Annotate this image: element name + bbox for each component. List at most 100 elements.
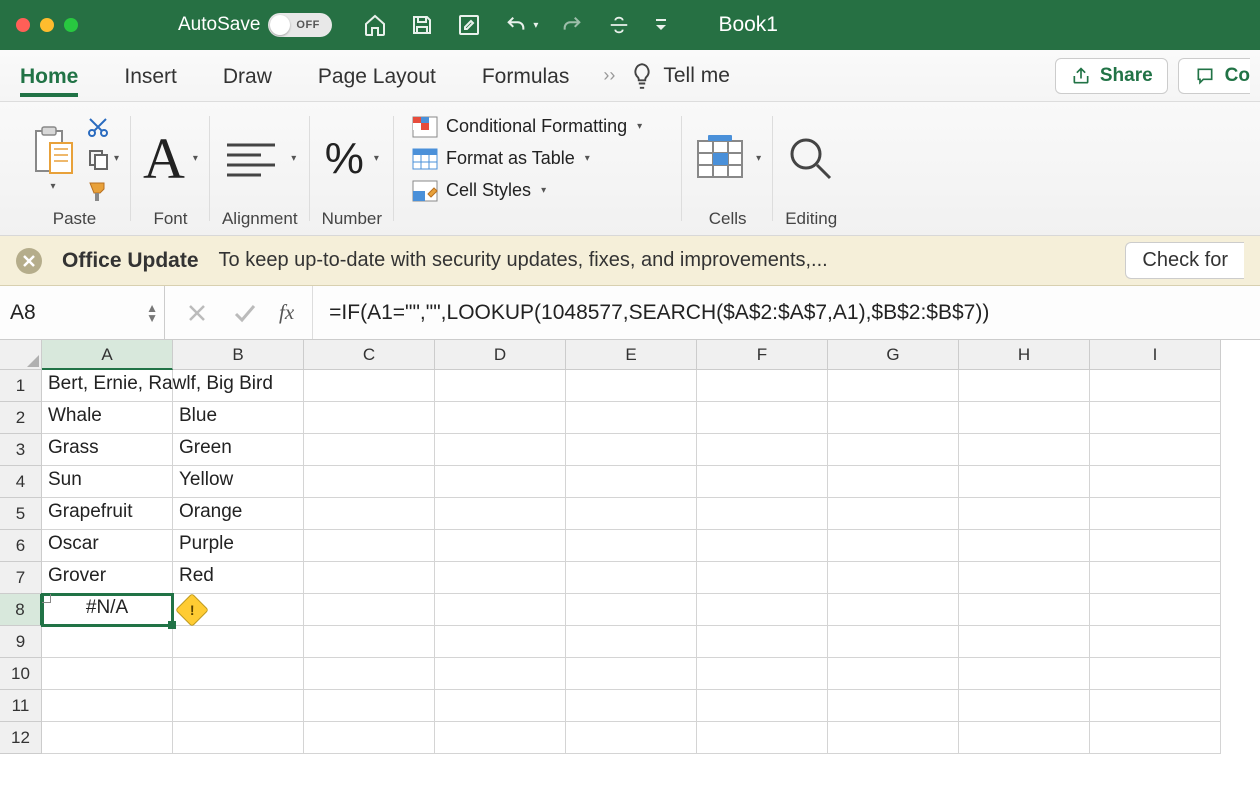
cell-H10[interactable]	[959, 658, 1090, 690]
cell-B10[interactable]	[173, 658, 304, 690]
cell-E9[interactable]	[566, 626, 697, 658]
row-header-7[interactable]: 7	[0, 562, 42, 594]
cell-I12[interactable]	[1090, 722, 1221, 754]
cell-C2[interactable]	[304, 402, 435, 434]
cell-C6[interactable]	[304, 530, 435, 562]
cell-D7[interactable]	[435, 562, 566, 594]
cell-A5[interactable]: Grapefruit	[42, 498, 173, 530]
cell-E2[interactable]	[566, 402, 697, 434]
cell-A10[interactable]	[42, 658, 173, 690]
cell-E1[interactable]	[566, 370, 697, 402]
cell-G7[interactable]	[828, 562, 959, 594]
cell-C7[interactable]	[304, 562, 435, 594]
cell-G5[interactable]	[828, 498, 959, 530]
autosave-toggle[interactable]: AutoSave OFF	[178, 13, 332, 37]
tab-home[interactable]: Home	[20, 55, 78, 97]
cell-I6[interactable]	[1090, 530, 1221, 562]
row-header-1[interactable]: 1	[0, 370, 42, 402]
cell-H4[interactable]	[959, 466, 1090, 498]
cell-E11[interactable]	[566, 690, 697, 722]
formula-input[interactable]: =IF(A1="","",LOOKUP(1048577,SEARCH($A$2:…	[313, 286, 1260, 339]
cell-F2[interactable]	[697, 402, 828, 434]
cell-E4[interactable]	[566, 466, 697, 498]
row-header-5[interactable]: 5	[0, 498, 42, 530]
cell-D5[interactable]	[435, 498, 566, 530]
format-as-table-button[interactable]: Format as Table ▾	[412, 148, 642, 170]
row-header-6[interactable]: 6	[0, 530, 42, 562]
row-header-9[interactable]: 9	[0, 626, 42, 658]
select-all-corner[interactable]	[0, 340, 42, 370]
cell-B12[interactable]	[173, 722, 304, 754]
cell-I3[interactable]	[1090, 434, 1221, 466]
cell-D6[interactable]	[435, 530, 566, 562]
cell-A1[interactable]: Bert, Ernie, Rawlf, Big Bird	[42, 370, 173, 402]
close-notification-button[interactable]	[16, 248, 42, 274]
cell-C10[interactable]	[304, 658, 435, 690]
comments-button[interactable]: Co	[1178, 58, 1250, 94]
home-icon[interactable]	[362, 13, 388, 37]
editing-dropdown[interactable]	[786, 134, 836, 184]
customize-qat-icon[interactable]	[654, 16, 668, 34]
cell-H11[interactable]	[959, 690, 1090, 722]
cell-D1[interactable]	[435, 370, 566, 402]
cell-H9[interactable]	[959, 626, 1090, 658]
cell-A9[interactable]	[42, 626, 173, 658]
cell-G8[interactable]	[828, 594, 959, 626]
cell-F7[interactable]	[697, 562, 828, 594]
accept-formula-button[interactable]	[233, 303, 257, 323]
fill-handle[interactable]	[168, 621, 176, 629]
column-header-E[interactable]: E	[566, 340, 697, 370]
cell-C4[interactable]	[304, 466, 435, 498]
column-header-C[interactable]: C	[304, 340, 435, 370]
cell-E7[interactable]	[566, 562, 697, 594]
copy-button[interactable]: ▾	[86, 147, 119, 171]
column-header-D[interactable]: D	[435, 340, 566, 370]
cell-D8[interactable]	[435, 594, 566, 626]
cell-E6[interactable]	[566, 530, 697, 562]
cell-I7[interactable]	[1090, 562, 1221, 594]
cell-H2[interactable]	[959, 402, 1090, 434]
cell-G6[interactable]	[828, 530, 959, 562]
cell-F12[interactable]	[697, 722, 828, 754]
cell-C1[interactable]	[304, 370, 435, 402]
cell-A11[interactable]	[42, 690, 173, 722]
cell-F3[interactable]	[697, 434, 828, 466]
cell-B5[interactable]: Orange	[173, 498, 304, 530]
cell-I1[interactable]	[1090, 370, 1221, 402]
tab-draw[interactable]: Draw	[223, 55, 272, 97]
row-header-4[interactable]: 4	[0, 466, 42, 498]
row-header-2[interactable]: 2	[0, 402, 42, 434]
strikethrough-icon[interactable]	[606, 14, 632, 36]
cell-G1[interactable]	[828, 370, 959, 402]
cells-dropdown[interactable]: ▾	[694, 135, 761, 183]
cell-B3[interactable]: Green	[173, 434, 304, 466]
cell-B9[interactable]	[173, 626, 304, 658]
cell-E8[interactable]	[566, 594, 697, 626]
cell-D10[interactable]	[435, 658, 566, 690]
column-header-H[interactable]: H	[959, 340, 1090, 370]
paste-button[interactable]: ▾	[30, 125, 76, 192]
cell-C8[interactable]	[304, 594, 435, 626]
maximize-window-button[interactable]	[64, 18, 78, 32]
cell-G9[interactable]	[828, 626, 959, 658]
cell-H6[interactable]	[959, 530, 1090, 562]
row-header-3[interactable]: 3	[0, 434, 42, 466]
cell-styles-button[interactable]: Cell Styles ▾	[412, 180, 642, 202]
cut-button[interactable]	[86, 115, 110, 139]
name-box-stepper[interactable]: ▲▼	[146, 303, 158, 323]
cell-G11[interactable]	[828, 690, 959, 722]
cell-B6[interactable]: Purple	[173, 530, 304, 562]
cell-H12[interactable]	[959, 722, 1090, 754]
tell-me-search[interactable]: Tell me	[629, 61, 730, 91]
alignment-dropdown[interactable]: ▾	[223, 137, 296, 181]
cell-F10[interactable]	[697, 658, 828, 690]
font-dropdown[interactable]: A ▾	[143, 130, 198, 188]
cell-E3[interactable]	[566, 434, 697, 466]
undo-icon[interactable]: ▾	[504, 14, 538, 36]
tab-page-layout[interactable]: Page Layout	[318, 55, 436, 97]
cell-B11[interactable]	[173, 690, 304, 722]
cell-G12[interactable]	[828, 722, 959, 754]
column-header-A[interactable]: A	[42, 340, 173, 370]
cell-I4[interactable]	[1090, 466, 1221, 498]
cell-H1[interactable]	[959, 370, 1090, 402]
